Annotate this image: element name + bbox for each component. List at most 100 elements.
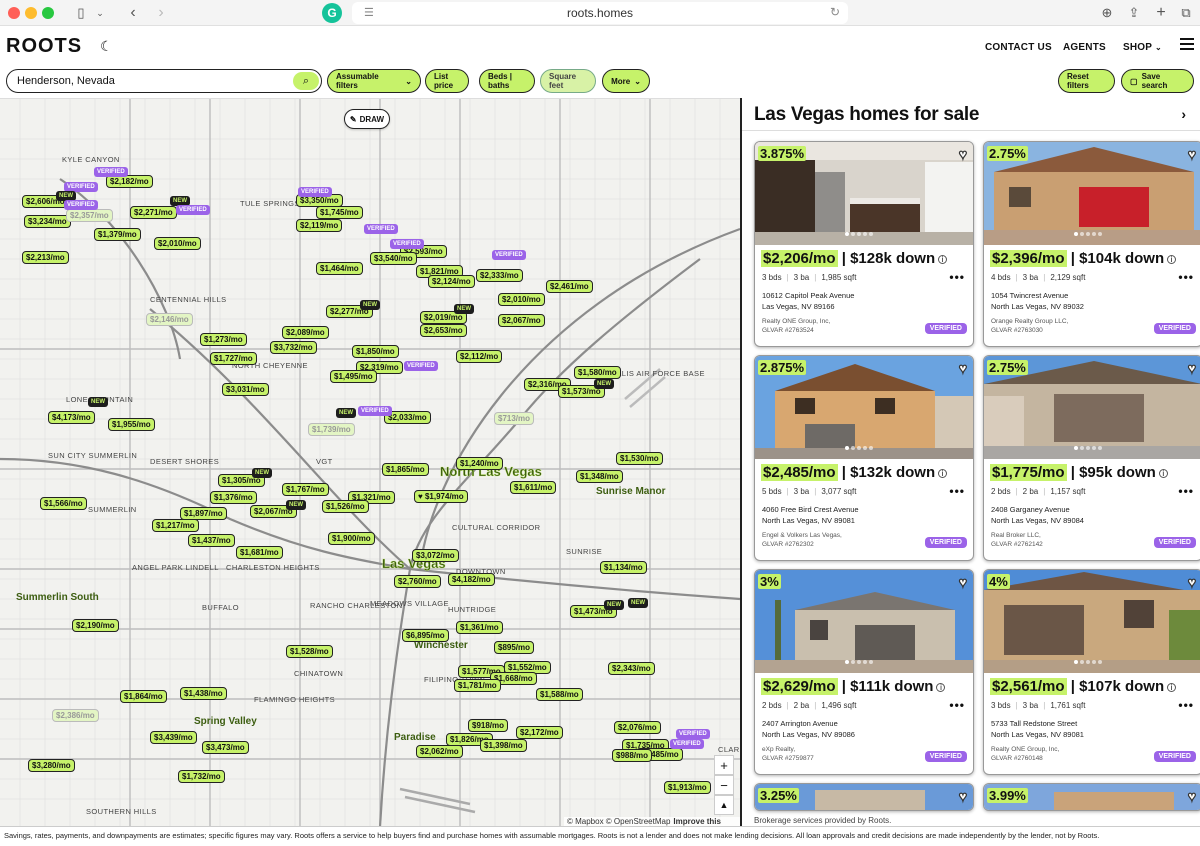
forward-icon[interactable]: ›	[150, 2, 172, 24]
price-pin[interactable]: $1,217/mo	[152, 519, 199, 532]
chevron-down-icon[interactable]: ⌄	[93, 2, 107, 24]
price-pin[interactable]: $1,495/mo	[330, 370, 377, 383]
price-pin[interactable]: $1,681/mo	[236, 546, 283, 559]
listing-photo[interactable]: 3.875% ♥	[755, 142, 973, 245]
square-feet-button[interactable]: Square feet	[540, 69, 596, 93]
price-pin[interactable]: $3,031/mo	[222, 383, 269, 396]
price-pin[interactable]: $1,240/mo	[456, 457, 503, 470]
price-pin[interactable]: $2,271/mo	[130, 206, 177, 219]
price-pin[interactable]: $1,398/mo	[480, 739, 527, 752]
price-pin[interactable]: $2,190/mo	[72, 619, 119, 632]
heart-icon[interactable]: ♥	[1187, 145, 1197, 162]
reload-icon[interactable]: ↻	[830, 5, 840, 19]
info-icon[interactable]: i	[936, 682, 946, 692]
plus-icon[interactable]: +	[1151, 2, 1171, 24]
more-options-button[interactable]: •••	[1178, 698, 1194, 712]
price-pin[interactable]: $2,010/mo	[154, 237, 201, 250]
price-pin[interactable]: $3,732/mo	[270, 341, 317, 354]
price-pin[interactable]: $2,112/mo	[456, 350, 503, 363]
price-pin[interactable]: $3,473/mo	[202, 741, 249, 754]
price-pin[interactable]: $2,067/mo	[498, 314, 545, 327]
nav-contact-us[interactable]: CONTACT US	[985, 42, 1052, 53]
info-icon[interactable]: i	[938, 254, 948, 264]
price-pin[interactable]: $3,072/mo	[412, 549, 459, 562]
price-pin[interactable]: $1,437/mo	[188, 534, 235, 547]
reset-filters-button[interactable]: Reset filters	[1058, 69, 1115, 93]
search-icon[interactable]: ⌕	[293, 72, 319, 90]
listing-photo[interactable]: 2.75% ♥	[984, 356, 1200, 459]
price-pin[interactable]: $988/mo	[612, 749, 653, 762]
listing-photo[interactable]: 2.875% ♥	[755, 356, 973, 459]
price-pin[interactable]: $1,732/mo	[178, 770, 225, 783]
list-price-button[interactable]: List price	[425, 69, 469, 93]
zoom-out-button[interactable]: −	[714, 775, 734, 795]
price-pin[interactable]: $1,361/mo	[456, 621, 503, 634]
assumable-filters-button[interactable]: Assumable filters ⌄	[327, 69, 421, 93]
price-pin[interactable]: $2,653/mo	[420, 324, 467, 337]
info-icon[interactable]: i	[1158, 468, 1168, 478]
price-pin[interactable]: $1,580/mo	[574, 366, 621, 379]
price-pin[interactable]: $1,530/mo	[616, 452, 663, 465]
maximize-window-button[interactable]	[42, 7, 54, 19]
listing-card[interactable]: 2.875% ♥ $2,485/mo | $132k downi 5 bds3 …	[754, 355, 974, 561]
info-icon[interactable]: i	[1167, 254, 1177, 264]
price-pin[interactable]: $1,850/mo	[352, 345, 399, 358]
price-pin[interactable]: $1,611/mo	[510, 481, 557, 494]
tabs-icon[interactable]: ⧉	[1176, 2, 1196, 24]
heart-icon[interactable]: ♥	[958, 145, 968, 162]
listing-card[interactable]: 3.875% ♥ $2,206/mo | $128k downi 3 bds3 …	[754, 141, 974, 347]
listing-card[interactable]: 4% ♥ $2,561/mo | $107k downi 3 bds3 ba1,…	[983, 569, 1200, 775]
price-pin[interactable]: $1,528/mo	[286, 645, 333, 658]
price-pin[interactable]: $2,119/mo	[296, 219, 343, 232]
menu-icon[interactable]	[1180, 38, 1194, 50]
photo-dots[interactable]	[1074, 446, 1102, 450]
price-pin[interactable]: $2,146/mo	[146, 313, 193, 326]
price-pin[interactable]: $1,745/mo	[316, 206, 363, 219]
more-options-button[interactable]: •••	[1178, 270, 1194, 284]
price-pin[interactable]: $1,865/mo	[382, 463, 429, 476]
nav-agents[interactable]: AGENTS	[1063, 42, 1106, 53]
price-pin[interactable]: $2,461/mo	[546, 280, 593, 293]
price-pin[interactable]: $2,124/mo	[428, 275, 475, 288]
price-pin[interactable]: $1,955/mo	[108, 418, 155, 431]
price-pin[interactable]: $1,273/mo	[200, 333, 247, 346]
price-pin[interactable]: $1,348/mo	[576, 470, 623, 483]
listing-photo[interactable]: 3.99% ♥	[984, 784, 1200, 810]
price-pin[interactable]: $2,343/mo	[608, 662, 655, 675]
heart-icon[interactable]: ♥	[1187, 359, 1197, 376]
photo-dots[interactable]	[845, 446, 873, 450]
price-pin[interactable]: $6,895/mo	[402, 629, 449, 642]
price-pin[interactable]: $1,379/mo	[94, 228, 141, 241]
price-pin[interactable]: $1,526/mo	[322, 500, 369, 513]
more-options-button[interactable]: •••	[949, 484, 965, 498]
beds-baths-button[interactable]: Beds | baths	[479, 69, 535, 93]
zoom-in-button[interactable]: +	[714, 755, 734, 775]
price-pin[interactable]: $4,173/mo	[48, 411, 95, 424]
photo-dots[interactable]	[1074, 232, 1102, 236]
price-pin[interactable]: $895/mo	[494, 641, 535, 654]
listing-photo[interactable]: 4% ♥	[984, 570, 1200, 673]
price-pin[interactable]: $3,280/mo	[28, 759, 75, 772]
info-icon[interactable]: i	[1167, 682, 1177, 692]
price-pin[interactable]: ♥ $1,974/mo	[414, 490, 468, 503]
price-pin[interactable]: $2,172/mo	[516, 726, 563, 739]
more-options-button[interactable]: •••	[949, 270, 965, 284]
price-pin[interactable]: $1,376/mo	[210, 491, 257, 504]
photo-dots[interactable]	[845, 660, 873, 664]
info-icon[interactable]: i	[938, 468, 948, 478]
price-pin[interactable]: $1,134/mo	[600, 561, 647, 574]
price-pin[interactable]: $3,439/mo	[150, 731, 197, 744]
price-pin[interactable]: $1,588/mo	[536, 688, 583, 701]
draw-button[interactable]: ✎ DRAW	[344, 109, 390, 129]
price-pin[interactable]: $1,767/mo	[282, 483, 329, 496]
price-pin[interactable]: $1,464/mo	[316, 262, 363, 275]
back-icon[interactable]: ‹	[122, 2, 144, 24]
more-options-button[interactable]: •••	[949, 698, 965, 712]
price-pin[interactable]: $3,540/mo	[370, 252, 417, 265]
price-pin[interactable]: $2,760/mo	[394, 575, 441, 588]
price-pin[interactable]: $3,234/mo	[24, 215, 71, 228]
price-pin[interactable]: $1,781/mo	[454, 679, 501, 692]
price-pin[interactable]: $1,438/mo	[180, 687, 227, 700]
compass-icon[interactable]: ▲	[714, 795, 734, 815]
sidebar-icon[interactable]: ▯	[70, 2, 92, 24]
